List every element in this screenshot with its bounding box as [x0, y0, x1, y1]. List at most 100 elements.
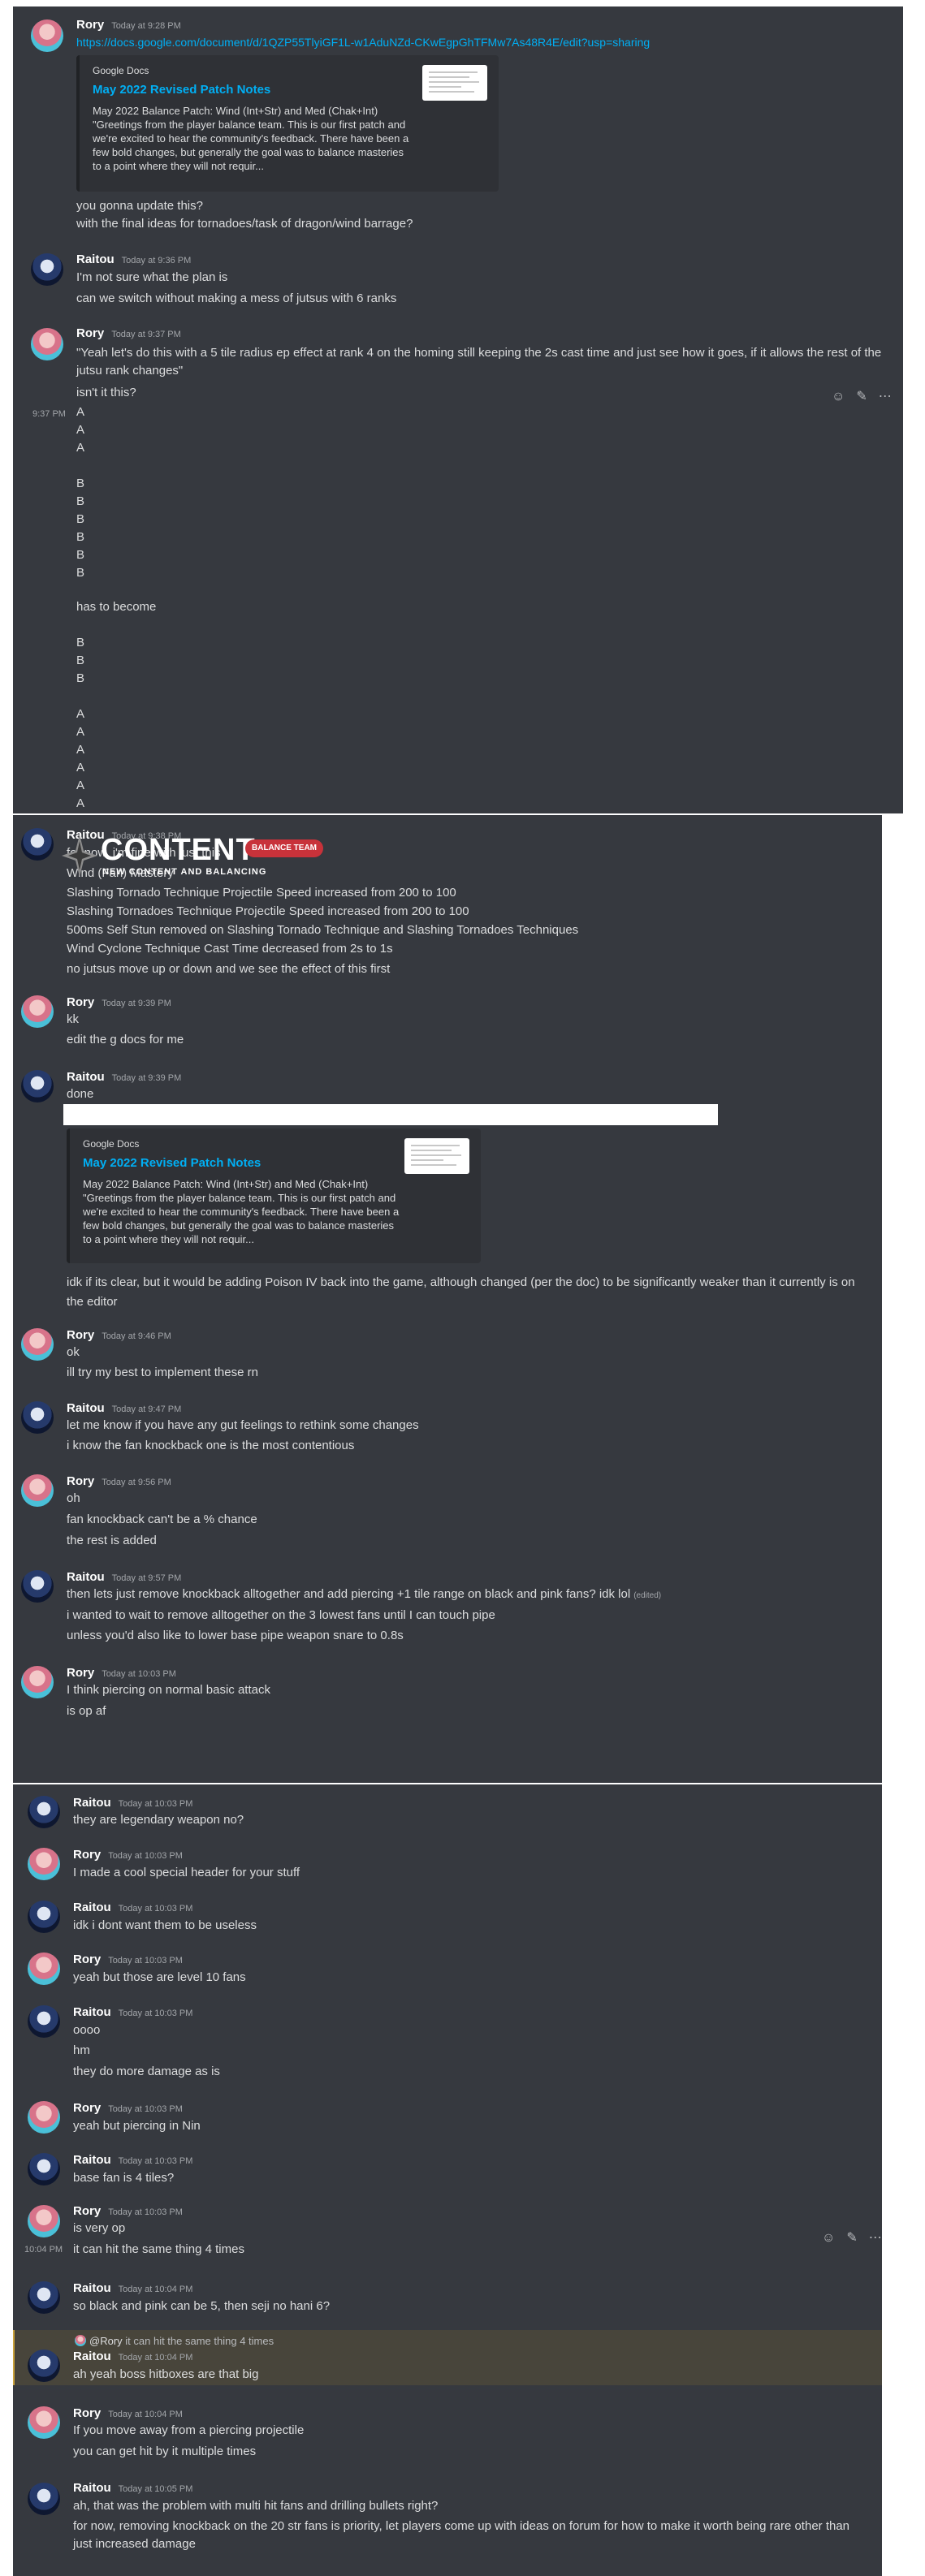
message-text: I made a cool special header for your st… [73, 1866, 300, 1879]
message-text: for now, removing knockback on the 20 st… [73, 2519, 850, 2551]
message-text: they do more damage as is [73, 2065, 220, 2078]
avatar-raitou[interactable] [28, 1901, 60, 1933]
username-raitou[interactable]: Raitou Today at 10:04 PM [73, 2349, 192, 2363]
username-rory[interactable]: Rory Today at 10:04 PM [73, 2406, 183, 2420]
username-raitou[interactable]: Raitou Today at 9:36 PM [76, 252, 191, 266]
username-rory[interactable]: Rory Today at 9:56 PM [67, 1474, 171, 1488]
message-text: Slashing Tornadoes Technique Projectile … [67, 904, 469, 918]
avatar-rory[interactable] [21, 1328, 54, 1361]
message-text: Slashing Tornado Technique Projectile Sp… [67, 886, 456, 900]
message-text: done [67, 1087, 94, 1101]
timestamp: Today at 9:37 PM [111, 330, 181, 339]
message-line: A [76, 725, 85, 739]
message-line: B [76, 636, 85, 649]
embed-title[interactable]: May 2022 Revised Patch Notes [93, 83, 270, 97]
add-reaction-icon[interactable]: ☺ [832, 390, 856, 403]
embed-title[interactable]: May 2022 Revised Patch Notes [83, 1156, 261, 1170]
timestamp: Today at 9:28 PM [111, 21, 181, 31]
avatar-raitou[interactable] [28, 2153, 60, 2186]
username-rory[interactable]: Rory Today at 10:03 PM [73, 2101, 183, 2115]
avatar-raitou[interactable] [31, 253, 63, 286]
doc-link[interactable]: https://docs.google.com/document/d/1QZP5… [76, 34, 650, 50]
timestamp: Today at 9:46 PM [102, 1331, 171, 1341]
username-raitou[interactable]: Raitou Today at 9:57 PM [67, 1570, 181, 1584]
message-line: B [76, 654, 85, 667]
embed-thumbnail[interactable] [422, 65, 487, 101]
message-text: let me know if you have any gut feelings… [67, 1418, 419, 1432]
avatar-rory[interactable] [28, 2406, 60, 2439]
avatar-rory[interactable] [21, 995, 54, 1028]
message-text: hm [73, 2043, 90, 2057]
more-icon[interactable]: ⋯ [879, 390, 903, 403]
add-reaction-icon[interactable]: ☺ [822, 2231, 846, 2245]
avatar-raitou[interactable] [28, 1796, 60, 1828]
message-text: is very op [73, 2221, 126, 2235]
redacted-bar [63, 1104, 718, 1125]
mention-bar [13, 2330, 15, 2385]
message-text: "Yeah let's do this with a 5 tile radius… [76, 346, 882, 378]
message-line: B [76, 477, 85, 490]
avatar-raitou[interactable] [21, 1570, 54, 1603]
avatar-raitou[interactable] [21, 1401, 54, 1434]
message-text: you can get hit by it multiple times [73, 2444, 257, 2458]
pencil-icon[interactable]: ✎ [856, 390, 878, 403]
timestamp: Today at 10:04 PM [118, 2285, 193, 2294]
username-rory[interactable]: Rory Today at 9:46 PM [67, 1328, 171, 1342]
avatar-rory[interactable] [21, 1666, 54, 1698]
avatar-rory[interactable] [31, 328, 63, 360]
avatar-raitou[interactable] [28, 2005, 60, 2038]
chat-panel-2: Raitou Today at 9:38 PM for now, i'm fine… [13, 815, 882, 1783]
username-rory[interactable]: Rory Today at 10:03 PM [67, 1666, 176, 1680]
avatar-raitou[interactable] [28, 2349, 60, 2382]
username-rory[interactable]: Rory Today at 10:03 PM [73, 2204, 183, 2218]
embed-description: May 2022 Balance Patch: Wind (Int+Str) a… [83, 1178, 400, 1245]
message-text: kk [67, 1012, 79, 1026]
message-text: 500ms Self Stun removed on Slashing Torn… [67, 923, 579, 937]
embed-provider: Google Docs [83, 1138, 140, 1150]
username-raitou[interactable]: Raitou Today at 10:03 PM [73, 1901, 192, 1914]
pencil-icon[interactable]: ✎ [846, 2231, 868, 2245]
embed-thumbnail[interactable] [404, 1138, 469, 1174]
username-raitou[interactable]: Raitou Today at 10:03 PM [73, 2005, 192, 2019]
timestamp: Today at 10:03 PM [118, 2009, 193, 2018]
message-line: has to become [76, 600, 157, 614]
username-raitou[interactable]: Raitou Today at 10:04 PM [73, 2281, 192, 2295]
avatar-rory[interactable] [28, 2205, 60, 2237]
timestamp: Today at 10:04 PM [118, 2353, 193, 2362]
avatar-raitou[interactable] [28, 2281, 60, 2314]
message-text: then lets just remove knockback alltoget… [67, 1587, 662, 1601]
message-line: A [76, 707, 85, 721]
username-rory[interactable]: Rory Today at 9:28 PM [76, 18, 181, 32]
username-rory[interactable]: Rory Today at 10:03 PM [73, 1952, 183, 1966]
username-raitou[interactable]: Raitou Today at 9:39 PM [67, 1070, 181, 1084]
message-actions: ☺✎⋯ [832, 388, 903, 404]
username-raitou[interactable]: Raitou Today at 10:05 PM [73, 2481, 192, 2495]
avatar-rory[interactable] [28, 1952, 60, 1985]
reply-preview[interactable]: @Rory it can hit the same thing 4 times [75, 2335, 274, 2347]
username-rory[interactable]: Rory Today at 9:37 PM [76, 326, 181, 340]
avatar-raitou[interactable] [28, 2483, 60, 2515]
avatar-rory[interactable] [31, 19, 63, 52]
more-icon[interactable]: ⋯ [869, 2231, 882, 2245]
username-rory[interactable]: Rory Today at 10:03 PM [73, 1848, 183, 1862]
message-line: A [76, 779, 85, 792]
avatar-rory[interactable] [21, 1474, 54, 1507]
message-line: A [76, 441, 85, 455]
message-text: can we switch without making a mess of j… [76, 291, 397, 305]
timestamp: Today at 10:03 PM [108, 1956, 183, 1965]
timestamp: Today at 10:04 PM [108, 2410, 183, 2419]
avatar-raitou[interactable] [21, 828, 54, 861]
avatar-rory[interactable] [28, 1848, 60, 1880]
username-rory[interactable]: Rory Today at 9:39 PM [67, 995, 171, 1009]
message-line: B [76, 512, 85, 526]
embed-provider: Google Docs [93, 65, 149, 76]
message-text: I think piercing on normal basic attack [67, 1683, 270, 1697]
avatar-raitou[interactable] [21, 1070, 54, 1102]
username-raitou[interactable]: Raitou Today at 10:03 PM [73, 1796, 192, 1810]
username-raitou[interactable]: Raitou Today at 9:47 PM [67, 1401, 181, 1415]
message-text: you gonna update this? [76, 199, 203, 213]
message-line: A [76, 796, 85, 810]
timestamp: Today at 10:03 PM [108, 2104, 183, 2114]
username-raitou[interactable]: Raitou Today at 10:03 PM [73, 2153, 192, 2167]
avatar-rory[interactable] [28, 2101, 60, 2134]
